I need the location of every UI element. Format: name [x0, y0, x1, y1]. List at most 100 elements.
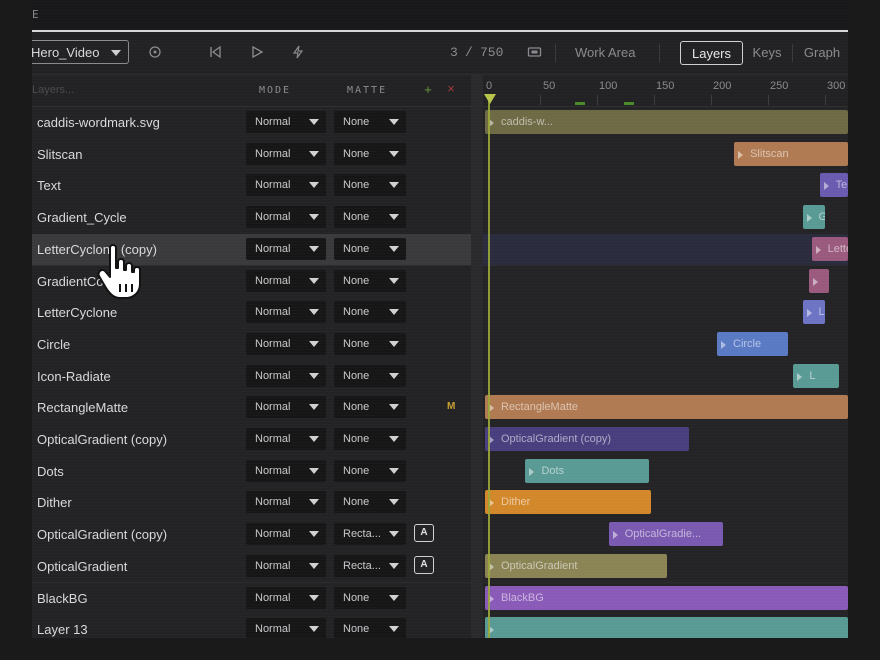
blend-mode-select[interactable]: Normal: [246, 491, 326, 514]
skip-start-icon[interactable]: [208, 45, 222, 63]
matte-select[interactable]: None: [334, 206, 406, 229]
matte-select[interactable]: None: [334, 459, 406, 482]
layer-row[interactable]: Icon-Radiate Normal None: [32, 360, 471, 394]
timeline-track[interactable]: RectangleMatte: [483, 392, 848, 425]
blend-mode-select[interactable]: Normal: [246, 142, 326, 165]
blend-mode-select[interactable]: Normal: [246, 332, 326, 355]
tab-layers[interactable]: Layers: [680, 41, 743, 65]
clip-in-handle-icon[interactable]: [612, 531, 618, 540]
layer-clip-bar[interactable]: OpticalGradient: [485, 553, 667, 578]
layer-clip-bar[interactable]: caddis-w...: [485, 110, 848, 134]
playhead-handle[interactable]: [484, 94, 496, 104]
blend-mode-select[interactable]: Normal: [246, 174, 326, 197]
matte-select[interactable]: None: [334, 269, 406, 292]
bolt-icon[interactable]: [291, 45, 305, 63]
matte-select[interactable]: None: [334, 428, 406, 450]
timeline-track[interactable]: Te: [483, 170, 848, 204]
matte-select[interactable]: None: [334, 332, 406, 355]
layer-clip-bar[interactable]: Circle: [717, 331, 788, 356]
matte-select[interactable]: None: [334, 618, 406, 638]
blend-mode-select[interactable]: Normal: [246, 396, 326, 419]
layer-clip-bar[interactable]: Dots: [525, 458, 649, 483]
playhead-line[interactable]: [488, 100, 490, 638]
matte-select[interactable]: None: [334, 301, 406, 324]
timeline-track[interactable]: L: [483, 360, 848, 394]
timeline-track[interactable]: Slitscan: [483, 138, 848, 172]
blend-mode-select[interactable]: Normal: [246, 428, 326, 450]
layer-clip-bar[interactable]: Slitscan: [734, 141, 848, 166]
layer-row[interactable]: LetterCyclone Normal None: [32, 297, 471, 330]
layer-row[interactable]: OpticalGradient (copy) Normal None: [32, 424, 471, 457]
matte-select[interactable]: None: [334, 174, 406, 197]
matte-select[interactable]: None: [334, 491, 406, 514]
layer-clip-bar[interactable]: [809, 268, 829, 293]
blend-mode-select[interactable]: Normal: [246, 269, 326, 292]
timeline-track[interactable]: OpticalGradie...: [483, 519, 848, 552]
blend-mode-select[interactable]: Normal: [246, 459, 326, 482]
layer-row[interactable]: Text Normal None: [32, 170, 471, 204]
clip-in-handle-icon[interactable]: [806, 214, 812, 223]
aspect-icon[interactable]: [527, 45, 542, 63]
layer-row[interactable]: Slitscan Normal None: [32, 138, 471, 172]
alpha-matte-badge[interactable]: A: [414, 555, 434, 574]
clip-in-handle-icon[interactable]: [721, 340, 726, 349]
blend-mode-select[interactable]: Normal: [246, 586, 326, 609]
clip-in-handle-icon[interactable]: [823, 182, 829, 191]
tab-graph[interactable]: Graph: [799, 41, 845, 65]
layer-clip-bar[interactable]: Te: [819, 173, 848, 198]
frame-current[interactable]: 3: [450, 45, 458, 60]
add-layer-icon[interactable]: +: [422, 83, 434, 96]
panel-splitter[interactable]: [471, 75, 483, 638]
clip-in-handle-icon[interactable]: [797, 372, 803, 381]
clip-in-handle-icon[interactable]: [806, 309, 812, 318]
timeline-track[interactable]: Dots: [483, 455, 848, 489]
matte-select[interactable]: Recta...: [334, 554, 406, 577]
layer-row[interactable]: Dither Normal None: [32, 487, 471, 521]
layer-clip-bar[interactable]: BlackBG: [485, 585, 848, 610]
timeline-track[interactable]: [483, 614, 848, 638]
matte-select[interactable]: None: [334, 364, 406, 387]
layer-clip-bar[interactable]: OpticalGradie...: [608, 522, 723, 547]
layer-row[interactable]: OpticalGradient Normal Recta... A: [32, 550, 471, 584]
matte-select[interactable]: None: [334, 586, 406, 609]
matte-select[interactable]: None: [334, 396, 406, 419]
layer-row[interactable]: Gradient_Cycle Normal None: [32, 202, 471, 235]
blend-mode-select[interactable]: Normal: [246, 111, 326, 133]
work-area-button[interactable]: Work Area: [575, 45, 635, 60]
blend-mode-select[interactable]: Normal: [246, 618, 326, 638]
layer-clip-bar[interactable]: Lette: [811, 236, 848, 261]
layer-clip-bar[interactable]: G: [802, 205, 826, 230]
clip-in-handle-icon[interactable]: [529, 467, 535, 476]
tab-keys[interactable]: Keys: [748, 41, 786, 65]
blend-mode-select[interactable]: Normal: [246, 523, 326, 546]
blend-mode-select[interactable]: Normal: [246, 237, 326, 260]
layer-clip-bar[interactable]: L: [793, 363, 839, 388]
timeline-track[interactable]: Lette: [483, 233, 848, 267]
timeline-track[interactable]: Dither: [483, 487, 848, 521]
remove-layer-icon[interactable]: ×: [445, 82, 457, 95]
blend-mode-select[interactable]: Normal: [246, 364, 326, 387]
timeline-track[interactable]: OpticalGradient: [483, 550, 848, 584]
timeline-track[interactable]: G: [483, 202, 848, 235]
layer-clip-bar[interactable]: [485, 617, 848, 638]
alpha-matte-badge[interactable]: A: [414, 524, 434, 543]
clip-in-handle-icon[interactable]: [738, 150, 744, 159]
timeline-track[interactable]: [483, 265, 848, 299]
layer-row[interactable]: Dots Normal None: [32, 455, 471, 489]
layer-row[interactable]: caddis-wordmark.svg Normal None: [32, 107, 471, 140]
layer-row[interactable]: RectangleMatte Normal None M: [32, 392, 471, 425]
timeline-track[interactable]: Le: [483, 297, 848, 330]
matte-select[interactable]: None: [334, 237, 406, 260]
layer-clip-bar[interactable]: Dither: [485, 490, 651, 515]
matte-select[interactable]: None: [334, 142, 406, 165]
timeline-track[interactable]: BlackBG: [483, 582, 848, 616]
layer-filter-input[interactable]: Layers...: [32, 84, 74, 96]
layer-row[interactable]: Layer 13 Normal None: [32, 614, 471, 638]
composition-select[interactable]: Hero_Video: [32, 40, 129, 64]
time-ruler[interactable]: 0 50 100 150 200 250 300: [483, 75, 848, 107]
target-icon[interactable]: [148, 45, 162, 63]
clip-in-handle-icon[interactable]: [815, 245, 821, 254]
layer-clip-bar[interactable]: OpticalGradient (copy): [485, 427, 689, 451]
layer-row[interactable]: BlackBG Normal None: [32, 582, 471, 616]
matte-select[interactable]: None: [334, 111, 406, 133]
